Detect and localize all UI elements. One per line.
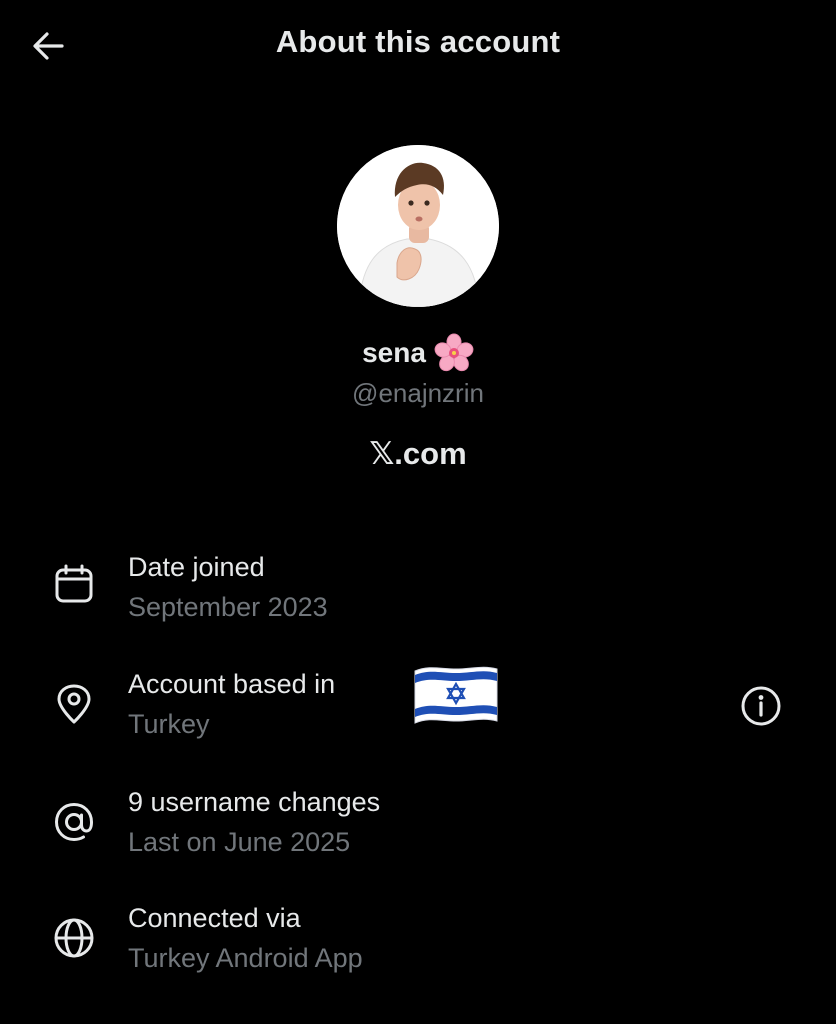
- account-based-in-title: Account based in: [128, 669, 336, 699]
- info-button[interactable]: [738, 683, 784, 729]
- cherry-blossom-icon: [434, 333, 474, 372]
- connected-via-title: Connected via: [128, 903, 301, 933]
- calendar-icon: [52, 562, 96, 606]
- account-based-in-value: Turkey: [128, 709, 210, 739]
- at-sign-icon: [52, 800, 96, 844]
- profile-display-name-row: sena: [0, 333, 836, 373]
- globe-icon: [52, 916, 96, 960]
- info-icon: [741, 686, 781, 726]
- avatar-image: [337, 145, 499, 307]
- username-changes-title: 9 username changes: [128, 787, 381, 817]
- header-bar: About this account: [0, 0, 836, 90]
- date-joined-value: September 2023: [128, 592, 328, 622]
- page-title: About this account: [275, 24, 561, 59]
- connected-via-row: Connected via Turkey Android App: [0, 900, 836, 990]
- profile-handle: @enajnzrin: [352, 378, 484, 408]
- avatar[interactable]: [337, 145, 499, 307]
- username-changes-value: Last on June 2025: [128, 827, 351, 857]
- display-name: sena: [362, 337, 426, 368]
- date-joined-row: Date joined September 2023: [0, 548, 836, 638]
- israel-flag-icon: [411, 663, 501, 729]
- location-pin-icon: [52, 682, 96, 726]
- connected-via-value: Turkey Android App: [128, 943, 363, 973]
- site-label: 𝕏.com: [369, 436, 467, 471]
- username-changes-row: 9 username changes Last on June 2025: [0, 784, 836, 874]
- date-joined-title: Date joined: [128, 552, 265, 582]
